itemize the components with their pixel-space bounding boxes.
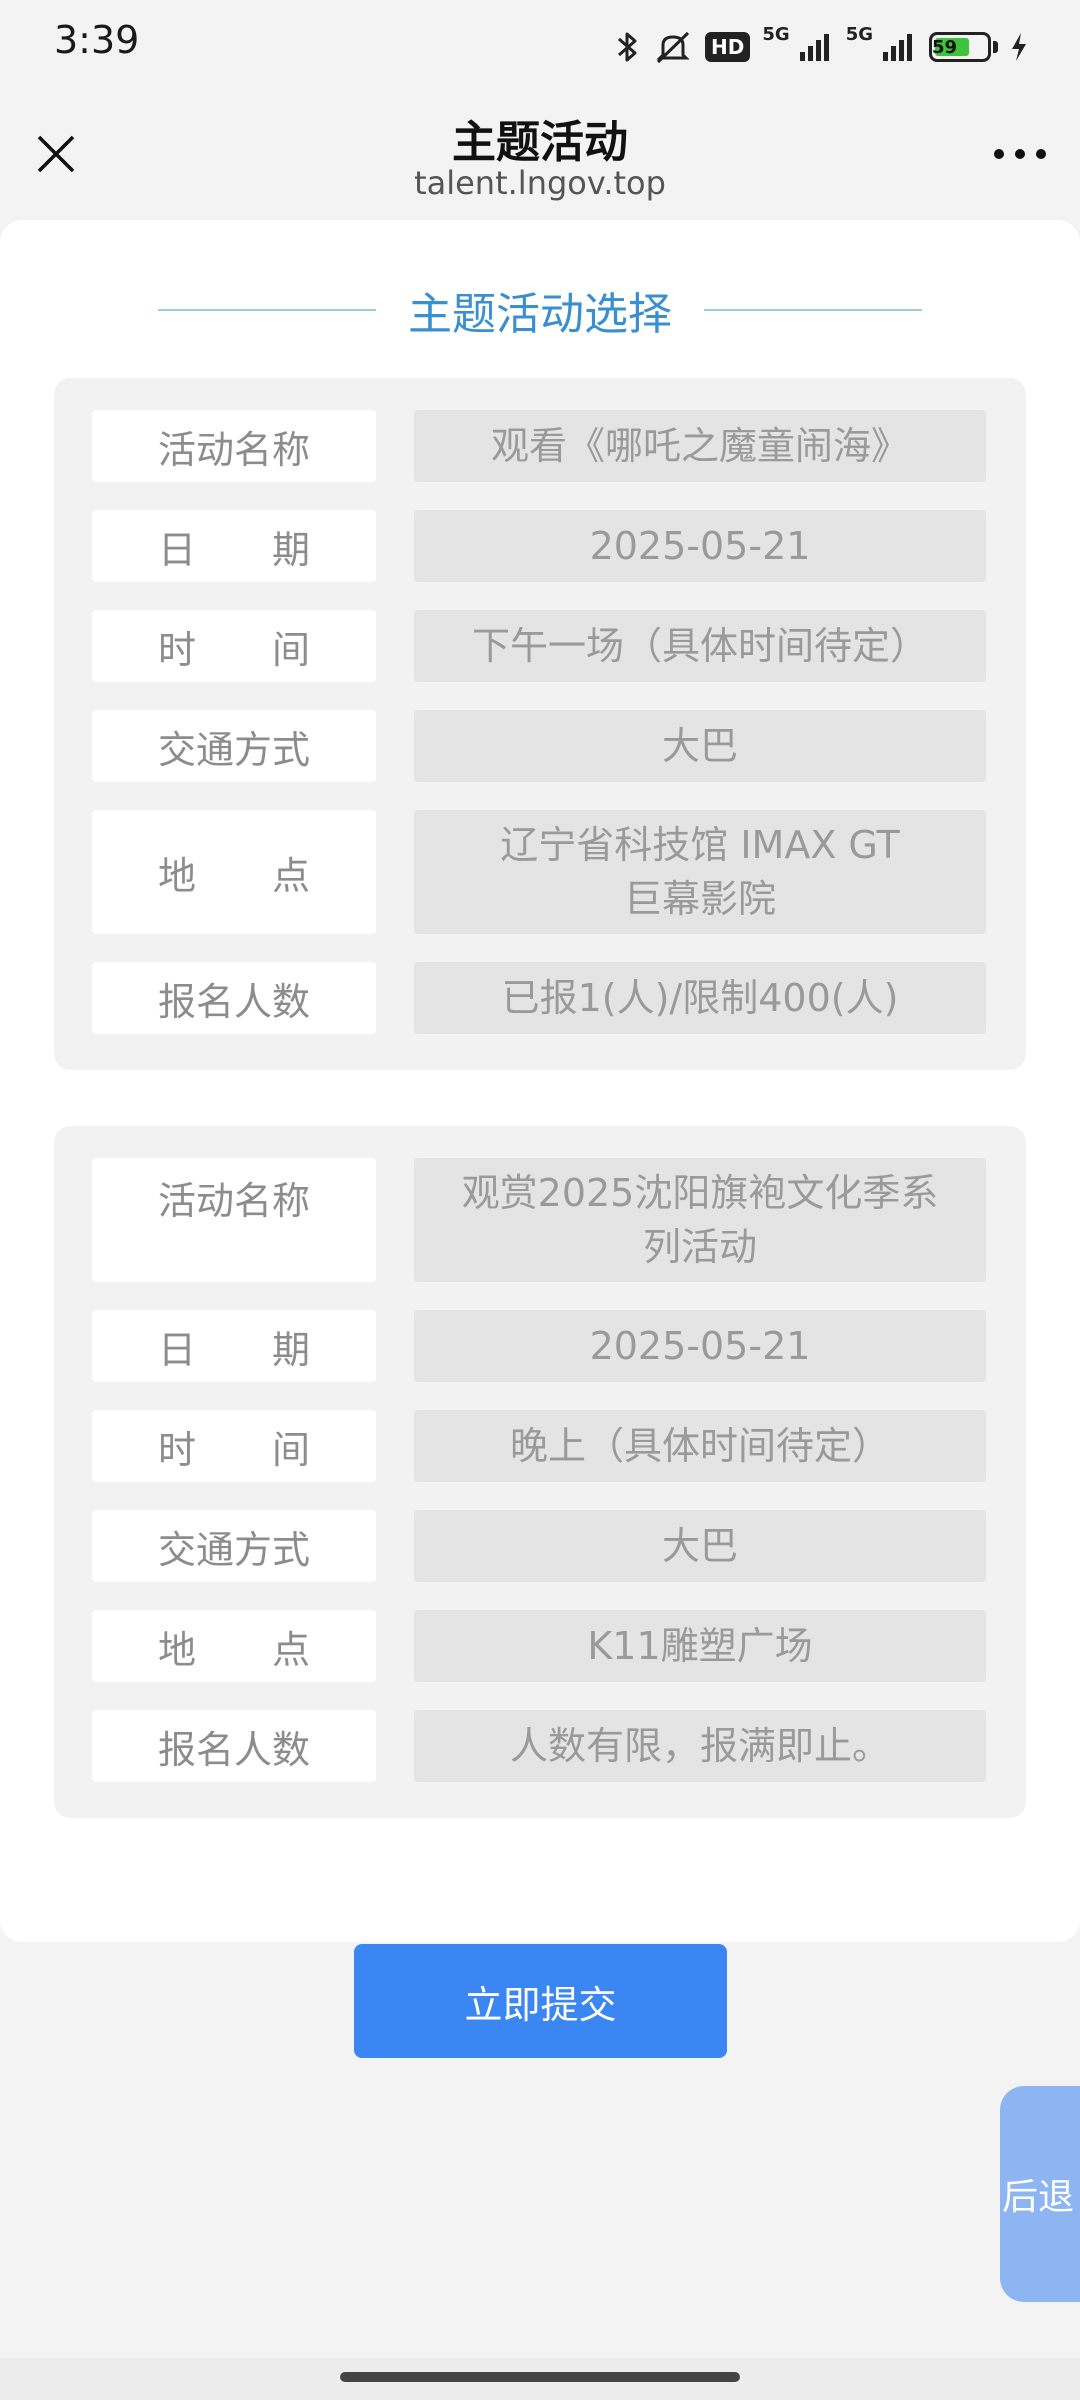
activity-row: 日 期 2025-05-21 xyxy=(92,510,988,582)
status-bar: 3:39 HD 5G 5G 59 xyxy=(0,0,1080,92)
row-label: 交通方式 xyxy=(92,1510,376,1582)
row-value: 晚上（具体时间待定） xyxy=(414,1410,986,1482)
row-label: 时 间 xyxy=(92,610,376,682)
hd-icon: HD xyxy=(705,32,751,62)
page-url: talent.lngov.top xyxy=(414,164,666,202)
signal-icon xyxy=(798,32,834,62)
row-label: 活动名称 xyxy=(92,1158,376,1282)
signal-icon xyxy=(881,32,917,62)
mute-icon xyxy=(653,29,693,65)
section-title: 主题活动选择 xyxy=(408,289,672,340)
battery-icon: 59 xyxy=(929,32,998,62)
more-button[interactable] xyxy=(988,126,1052,182)
row-value: 观看《哪吒之魔童闹海》 xyxy=(414,410,986,482)
section-heading: 主题活动选择 xyxy=(0,260,1080,360)
row-label: 日 期 xyxy=(92,1310,376,1382)
row-value: 下午一场（具体时间待定） xyxy=(414,610,986,682)
activity-row: 报名人数 人数有限，报满即止。 xyxy=(92,1710,988,1782)
system-nav-bar xyxy=(0,2358,1080,2400)
row-label: 日 期 xyxy=(92,510,376,582)
status-icons: HD 5G 5G 59 xyxy=(615,24,1028,70)
home-indicator[interactable] xyxy=(340,2372,740,2382)
row-value: K11雕塑广场 xyxy=(414,1610,986,1682)
row-value: 大巴 xyxy=(414,1510,986,1582)
row-value: 辽宁省科技馆 IMAX GT巨幕影院 xyxy=(414,810,986,934)
activity-row: 时 间 下午一场（具体时间待定） xyxy=(92,610,988,682)
row-value: 人数有限，报满即止。 xyxy=(414,1710,986,1782)
row-label: 活动名称 xyxy=(92,410,376,482)
heading-divider-right xyxy=(704,309,922,311)
page-title: 主题活动 xyxy=(452,117,628,168)
activity-row: 交通方式 大巴 xyxy=(92,1510,988,1582)
more-dots-icon xyxy=(994,149,1046,159)
battery-level: 59 xyxy=(932,36,958,58)
row-label: 报名人数 xyxy=(92,962,376,1034)
network-label-1: 5G xyxy=(762,24,790,45)
activity-row: 地 点 K11雕塑广场 xyxy=(92,1610,988,1682)
activity-card[interactable]: 活动名称 观看《哪吒之魔童闹海》 日 期 2025-05-21 时 间 下午一场… xyxy=(54,378,1026,1070)
network-label-2: 5G xyxy=(845,24,873,45)
activity-row: 交通方式 大巴 xyxy=(92,710,988,782)
activity-row: 时 间 晚上（具体时间待定） xyxy=(92,1410,988,1482)
charging-icon xyxy=(1010,32,1028,62)
row-label: 地 点 xyxy=(92,1610,376,1682)
main-card: 主题活动选择 活动名称 观看《哪吒之魔童闹海》 日 期 2025-05-21 时… xyxy=(0,220,1080,1942)
activity-row: 活动名称 观看《哪吒之魔童闹海》 xyxy=(92,410,988,482)
row-label: 地 点 xyxy=(92,810,376,934)
heading-divider-left xyxy=(158,309,376,311)
row-value: 已报1(人)/限制400(人) xyxy=(414,962,986,1034)
activity-row: 日 期 2025-05-21 xyxy=(92,1310,988,1382)
row-value: 2025-05-21 xyxy=(414,1310,986,1382)
activity-row: 报名人数 已报1(人)/限制400(人) xyxy=(92,962,988,1034)
row-value: 2025-05-21 xyxy=(414,510,986,582)
header-bar: 主题活动 talent.lngov.top xyxy=(0,92,1080,220)
bluetooth-icon xyxy=(615,29,641,65)
status-time: 3:39 xyxy=(54,18,140,62)
row-label: 交通方式 xyxy=(92,710,376,782)
row-label: 时 间 xyxy=(92,1410,376,1482)
row-value: 大巴 xyxy=(414,710,986,782)
activity-row: 地 点 辽宁省科技馆 IMAX GT巨幕影院 xyxy=(92,810,988,934)
activity-card[interactable]: 活动名称 观赏2025沈阳旗袍文化季系列活动 日 期 2025-05-21 时 … xyxy=(54,1126,1026,1818)
row-label: 报名人数 xyxy=(92,1710,376,1782)
back-button[interactable]: 后退 xyxy=(1000,2086,1080,2302)
activity-row: 活动名称 观赏2025沈阳旗袍文化季系列活动 xyxy=(92,1158,988,1282)
row-value: 观赏2025沈阳旗袍文化季系列活动 xyxy=(414,1158,986,1282)
submit-button[interactable]: 立即提交 xyxy=(354,1944,727,2058)
